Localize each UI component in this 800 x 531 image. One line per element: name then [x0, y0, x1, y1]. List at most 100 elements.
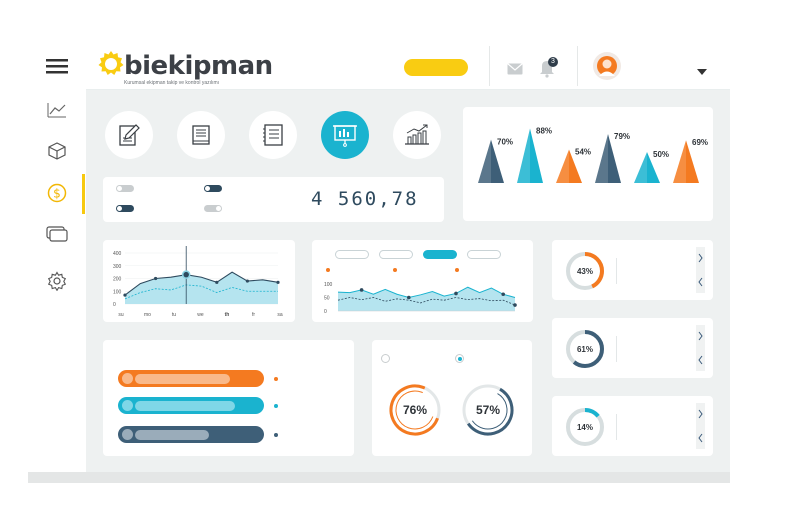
stat-card: 61%: [552, 318, 713, 378]
y-tick-label: 50: [324, 296, 330, 302]
chevron-right-icon[interactable]: [698, 253, 703, 263]
book-icon[interactable]: [177, 111, 225, 159]
sidebar-active-indicator: [82, 174, 85, 214]
gear-icon[interactable]: [42, 268, 72, 294]
legend-dot: [274, 433, 278, 437]
stat-card: 14%: [552, 396, 713, 456]
weekly-area-chart-card: 400 300 200 100 0 su mo tu we th fr sa: [103, 240, 295, 322]
cards-icon[interactable]: [42, 221, 72, 247]
hamburger-menu-icon[interactable]: [42, 53, 72, 79]
x-tick-label: we: [197, 312, 204, 318]
header-divider: [489, 46, 490, 86]
main-content: 4 560,78 70% 88% 54% 79% 50% 69% 400 300 200 100…: [86, 90, 730, 472]
progress-bar-knob[interactable]: [122, 373, 133, 384]
stat-divider: [616, 336, 617, 362]
pyramid-value-label: 70%: [497, 138, 513, 147]
line-chart-icon[interactable]: [42, 97, 72, 123]
mail-icon[interactable]: [507, 62, 523, 80]
y-tick-label: 0: [324, 309, 327, 315]
chevron-left-icon[interactable]: [698, 433, 703, 443]
chevron-left-icon[interactable]: [698, 355, 703, 365]
data-point[interactable]: [215, 280, 219, 284]
progress-bar-knob[interactable]: [122, 400, 133, 411]
progress-bar[interactable]: [118, 397, 264, 414]
stat-card: 43%: [552, 240, 713, 300]
bar-growth-icon[interactable]: [393, 111, 441, 159]
data-point[interactable]: [123, 293, 127, 297]
hover-point[interactable]: [181, 270, 191, 279]
stat-value: 43%: [577, 267, 593, 276]
progress-bar[interactable]: [118, 370, 264, 387]
progress-bar-fill: [135, 374, 231, 384]
toggle-switch[interactable]: [116, 205, 134, 212]
notebook-icon[interactable]: [249, 111, 297, 159]
pyramid-bar[interactable]: [517, 128, 543, 183]
brand-name: biekipman: [124, 51, 273, 81]
chevron-right-icon[interactable]: [698, 331, 703, 341]
x-tick-label: tu: [172, 312, 176, 318]
stat-value: 14%: [577, 423, 593, 432]
data-point[interactable]: [513, 303, 517, 307]
y-tick-label: 300: [113, 264, 122, 270]
x-tick-label: fr: [252, 312, 255, 318]
progress-bar-fill: [135, 430, 210, 440]
stat-ring: 61%: [566, 330, 604, 368]
data-point[interactable]: [359, 288, 364, 292]
progress-bar[interactable]: [118, 426, 264, 443]
x-tick-label: mo: [144, 312, 151, 318]
cube-icon[interactable]: [42, 138, 72, 164]
y-tick-label: 100: [324, 282, 333, 288]
svg-text:$: $: [53, 187, 61, 201]
data-point[interactable]: [245, 279, 249, 283]
header-divider: [577, 46, 578, 86]
brand-tagline: Kurumsal ekipman takip ve kontrol yazılı…: [124, 80, 220, 86]
x-tick-label: th: [225, 312, 230, 318]
chevron-down-icon[interactable]: [697, 63, 707, 81]
y-tick-label: 100: [113, 289, 122, 295]
stat-divider: [616, 414, 617, 440]
primary-action-button[interactable]: [404, 59, 468, 76]
notification-badge: 3: [548, 57, 558, 67]
donut-chart-card: 76% 57%: [372, 340, 532, 456]
radio-button[interactable]: [381, 354, 390, 363]
toggle-switch[interactable]: [204, 185, 222, 192]
presentation-board-icon[interactable]: [321, 111, 369, 159]
pyramid-value-label: 79%: [614, 132, 630, 141]
dollar-coin-icon[interactable]: $: [42, 180, 72, 206]
y-tick-label: 200: [113, 277, 122, 283]
dashboard-app: $ biekipman Kurumsal ekipman takip ve ko…: [28, 40, 730, 483]
chevron-left-icon[interactable]: [698, 277, 703, 287]
filtered-area-chart: 100 50 0: [324, 282, 517, 315]
pyramid-value-label: 54%: [575, 148, 591, 157]
user-avatar-icon[interactable]: [593, 52, 621, 80]
document-edit-icon[interactable]: [105, 111, 153, 159]
progress-bar-fill: [135, 401, 235, 411]
donut-charts: 76% 57%: [389, 384, 514, 436]
progress-bars-card: [103, 340, 354, 456]
data-point[interactable]: [501, 292, 505, 297]
progress-bar-knob[interactable]: [122, 429, 133, 440]
x-tick-label: su: [118, 312, 124, 318]
data-point[interactable]: [276, 280, 280, 284]
data-point[interactable]: [454, 291, 458, 296]
brand-logo[interactable]: biekipman Kurumsal ekipman takip ve kont…: [94, 45, 274, 87]
bell-icon[interactable]: 3: [538, 57, 558, 78]
counter-display: 4 560,78: [311, 188, 419, 210]
bottom-strip: [28, 472, 730, 483]
radio-button-selected[interactable]: [455, 354, 464, 363]
stat-ring: 43%: [566, 252, 604, 290]
toggle-switch[interactable]: [204, 205, 222, 212]
stat-divider: [616, 258, 617, 284]
filtered-area-chart-card: 100 50 0: [312, 240, 533, 322]
y-tick-label: 400: [113, 251, 122, 257]
data-point[interactable]: [407, 295, 411, 300]
pyramid-chart-card: 70% 88% 54% 79% 50% 69%: [463, 107, 713, 221]
toggle-counter-card: 4 560,78: [103, 177, 444, 222]
data-point[interactable]: [154, 276, 158, 281]
pyramid-bar[interactable]: [595, 134, 621, 183]
gear-logo-icon: [98, 51, 124, 75]
toggle-switch[interactable]: [116, 185, 134, 192]
stat-value: 61%: [577, 345, 593, 354]
pyramid-value-label: 88%: [536, 126, 552, 135]
chevron-right-icon[interactable]: [698, 409, 703, 419]
